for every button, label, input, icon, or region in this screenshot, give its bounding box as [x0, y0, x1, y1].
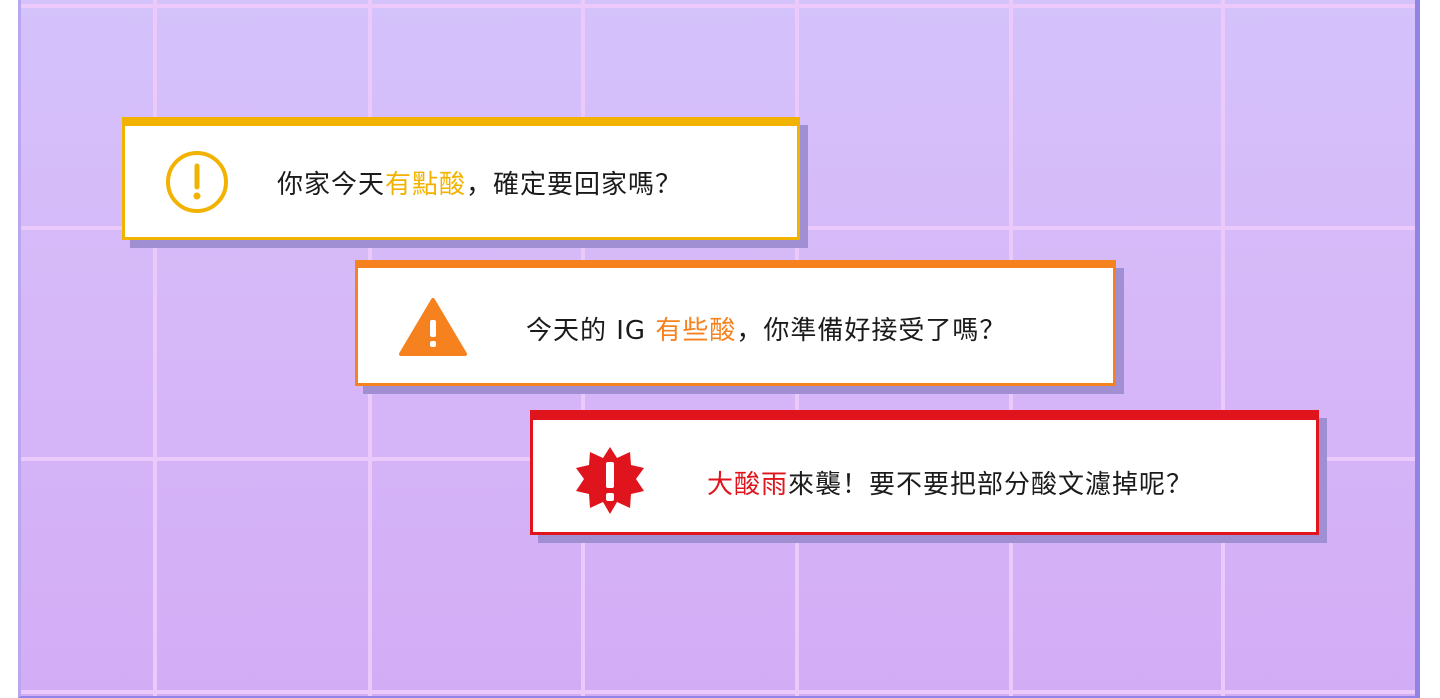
alert-burst-icon: [573, 444, 647, 518]
exclamation-circle-icon: [165, 150, 229, 214]
toast-message: 今天的 IG 有些酸，你準備好接受了嗎？: [526, 316, 1007, 346]
toast-message: 大酸雨來襲！要不要把部分酸文濾掉呢？: [707, 470, 1194, 500]
grid-line: [1221, 0, 1225, 696]
toast-body: 大酸雨來襲！要不要把部分酸文濾掉呢？: [530, 410, 1319, 535]
toast-body: 今天的 IG 有些酸，你準備好接受了嗎？: [355, 260, 1116, 386]
warning-toast: 今天的 IG 有些酸，你準備好接受了嗎？: [355, 260, 1124, 394]
danger-toast: 大酸雨來襲！要不要把部分酸文濾掉呢？: [530, 410, 1327, 543]
toast-body: 你家今天有點酸，確定要回家嗎？: [122, 117, 800, 240]
grid-line: [21, 4, 1415, 8]
toast-message: 你家今天有點酸，確定要回家嗎？: [277, 170, 683, 200]
grid-line: [153, 0, 157, 696]
warning-triangle-icon: [398, 296, 468, 358]
grid-line: [21, 690, 1415, 694]
notice-toast: 你家今天有點酸，確定要回家嗎？: [122, 117, 808, 248]
